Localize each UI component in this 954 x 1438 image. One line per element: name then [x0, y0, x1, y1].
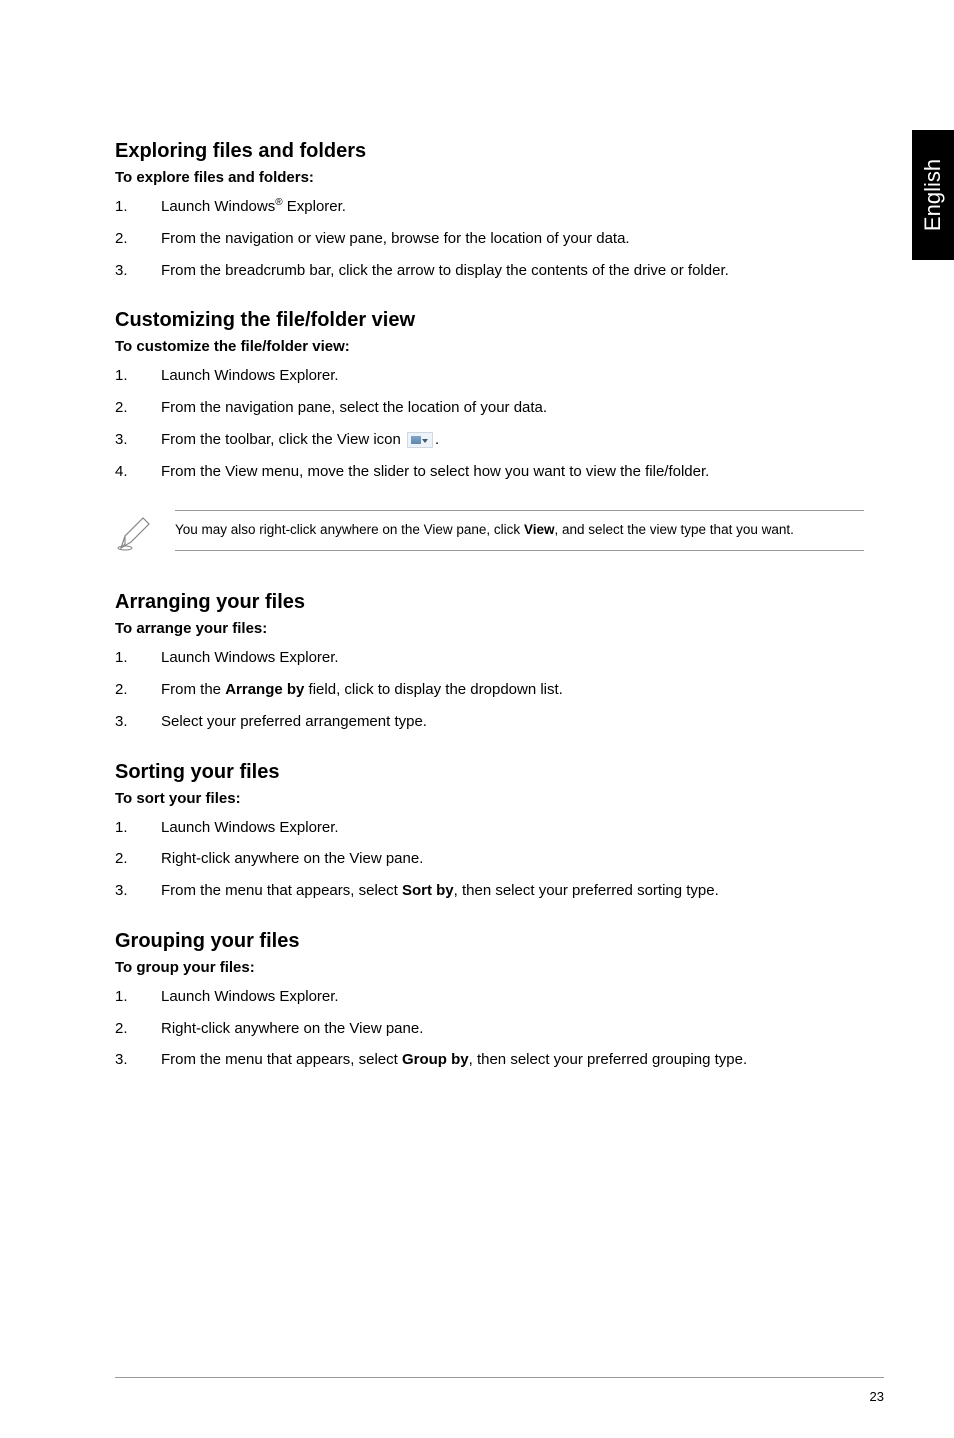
- step-text: Right-click anywhere on the View pane.: [161, 848, 864, 870]
- list-item: 1. Launch Windows Explorer.: [115, 986, 864, 1008]
- subheading-sorting: To sort your files:: [115, 790, 864, 807]
- step-text: From the Arrange by field, click to disp…: [161, 679, 864, 701]
- list-item: 3. From the menu that appears, select So…: [115, 880, 864, 902]
- list-item: 2. From the Arrange by field, click to d…: [115, 679, 864, 701]
- view-icon: [407, 432, 433, 448]
- list-item: 3. Select your preferred arrangement typ…: [115, 711, 864, 733]
- subheading-grouping: To group your files:: [115, 959, 864, 976]
- step-number: 2.: [115, 228, 161, 250]
- step-number: 3.: [115, 711, 161, 733]
- step-text: From the breadcrumb bar, click the arrow…: [161, 260, 864, 282]
- step-text: From the View menu, move the slider to s…: [161, 461, 864, 483]
- list-item: 3. From the breadcrumb bar, click the ar…: [115, 260, 864, 282]
- note-text: You may also right-click anywhere on the…: [175, 510, 864, 551]
- step-text: Launch Windows Explorer.: [161, 365, 864, 387]
- step-number: 3.: [115, 1049, 161, 1071]
- steps-grouping: 1. Launch Windows Explorer. 2. Right-cli…: [115, 986, 864, 1071]
- step-number: 1.: [115, 817, 161, 839]
- step-number: 4.: [115, 461, 161, 483]
- heading-sorting: Sorting your files: [115, 761, 864, 784]
- steps-arranging: 1. Launch Windows Explorer. 2. From the …: [115, 647, 864, 732]
- step-number: 2.: [115, 397, 161, 419]
- steps-sorting: 1. Launch Windows Explorer. 2. Right-cli…: [115, 817, 864, 902]
- list-item: 1. Launch Windows Explorer.: [115, 365, 864, 387]
- step-number: 3.: [115, 260, 161, 282]
- step-text: From the navigation or view pane, browse…: [161, 228, 864, 250]
- step-number: 1.: [115, 196, 161, 218]
- list-item: 3. From the menu that appears, select Gr…: [115, 1049, 864, 1071]
- footer-divider: [115, 1377, 884, 1378]
- page-number: 23: [870, 1389, 884, 1404]
- subheading-arranging: To arrange your files:: [115, 620, 864, 637]
- step-text: Right-click anywhere on the View pane.: [161, 1018, 864, 1040]
- heading-customizing: Customizing the file/folder view: [115, 309, 864, 332]
- step-number: 3.: [115, 880, 161, 902]
- list-item: 1. Launch Windows Explorer.: [115, 817, 864, 839]
- heading-grouping: Grouping your files: [115, 930, 864, 953]
- language-tab: English: [912, 130, 954, 260]
- pencil-icon: [115, 510, 175, 559]
- step-text: Launch Windows® Explorer.: [161, 196, 864, 218]
- step-text: From the menu that appears, select Group…: [161, 1049, 864, 1071]
- step-number: 1.: [115, 647, 161, 669]
- step-text: From the navigation pane, select the loc…: [161, 397, 864, 419]
- list-item: 3. From the toolbar, click the View icon…: [115, 429, 864, 451]
- step-text: From the toolbar, click the View icon .: [161, 429, 864, 451]
- subheading-customizing: To customize the file/folder view:: [115, 338, 864, 355]
- list-item: 4. From the View menu, move the slider t…: [115, 461, 864, 483]
- heading-exploring: Exploring files and folders: [115, 140, 864, 163]
- heading-arranging: Arranging your files: [115, 591, 864, 614]
- step-text: Launch Windows Explorer.: [161, 647, 864, 669]
- steps-customizing: 1. Launch Windows Explorer. 2. From the …: [115, 365, 864, 482]
- steps-exploring: 1. Launch Windows® Explorer. 2. From the…: [115, 196, 864, 281]
- list-item: 2. From the navigation or view pane, bro…: [115, 228, 864, 250]
- step-number: 2.: [115, 679, 161, 701]
- language-tab-label: English: [920, 159, 946, 231]
- step-text: From the menu that appears, select Sort …: [161, 880, 864, 902]
- list-item: 1. Launch Windows Explorer.: [115, 647, 864, 669]
- list-item: 2. Right-click anywhere on the View pane…: [115, 1018, 864, 1040]
- step-number: 3.: [115, 429, 161, 451]
- list-item: 1. Launch Windows® Explorer.: [115, 196, 864, 218]
- step-number: 1.: [115, 986, 161, 1008]
- list-item: 2. Right-click anywhere on the View pane…: [115, 848, 864, 870]
- note-block: You may also right-click anywhere on the…: [115, 510, 864, 559]
- step-number: 1.: [115, 365, 161, 387]
- step-number: 2.: [115, 1018, 161, 1040]
- step-text: Launch Windows Explorer.: [161, 986, 864, 1008]
- page-content: Exploring files and folders To explore f…: [0, 0, 954, 1159]
- step-text: Select your preferred arrangement type.: [161, 711, 864, 733]
- subheading-exploring: To explore files and folders:: [115, 169, 864, 186]
- step-text: Launch Windows Explorer.: [161, 817, 864, 839]
- step-number: 2.: [115, 848, 161, 870]
- list-item: 2. From the navigation pane, select the …: [115, 397, 864, 419]
